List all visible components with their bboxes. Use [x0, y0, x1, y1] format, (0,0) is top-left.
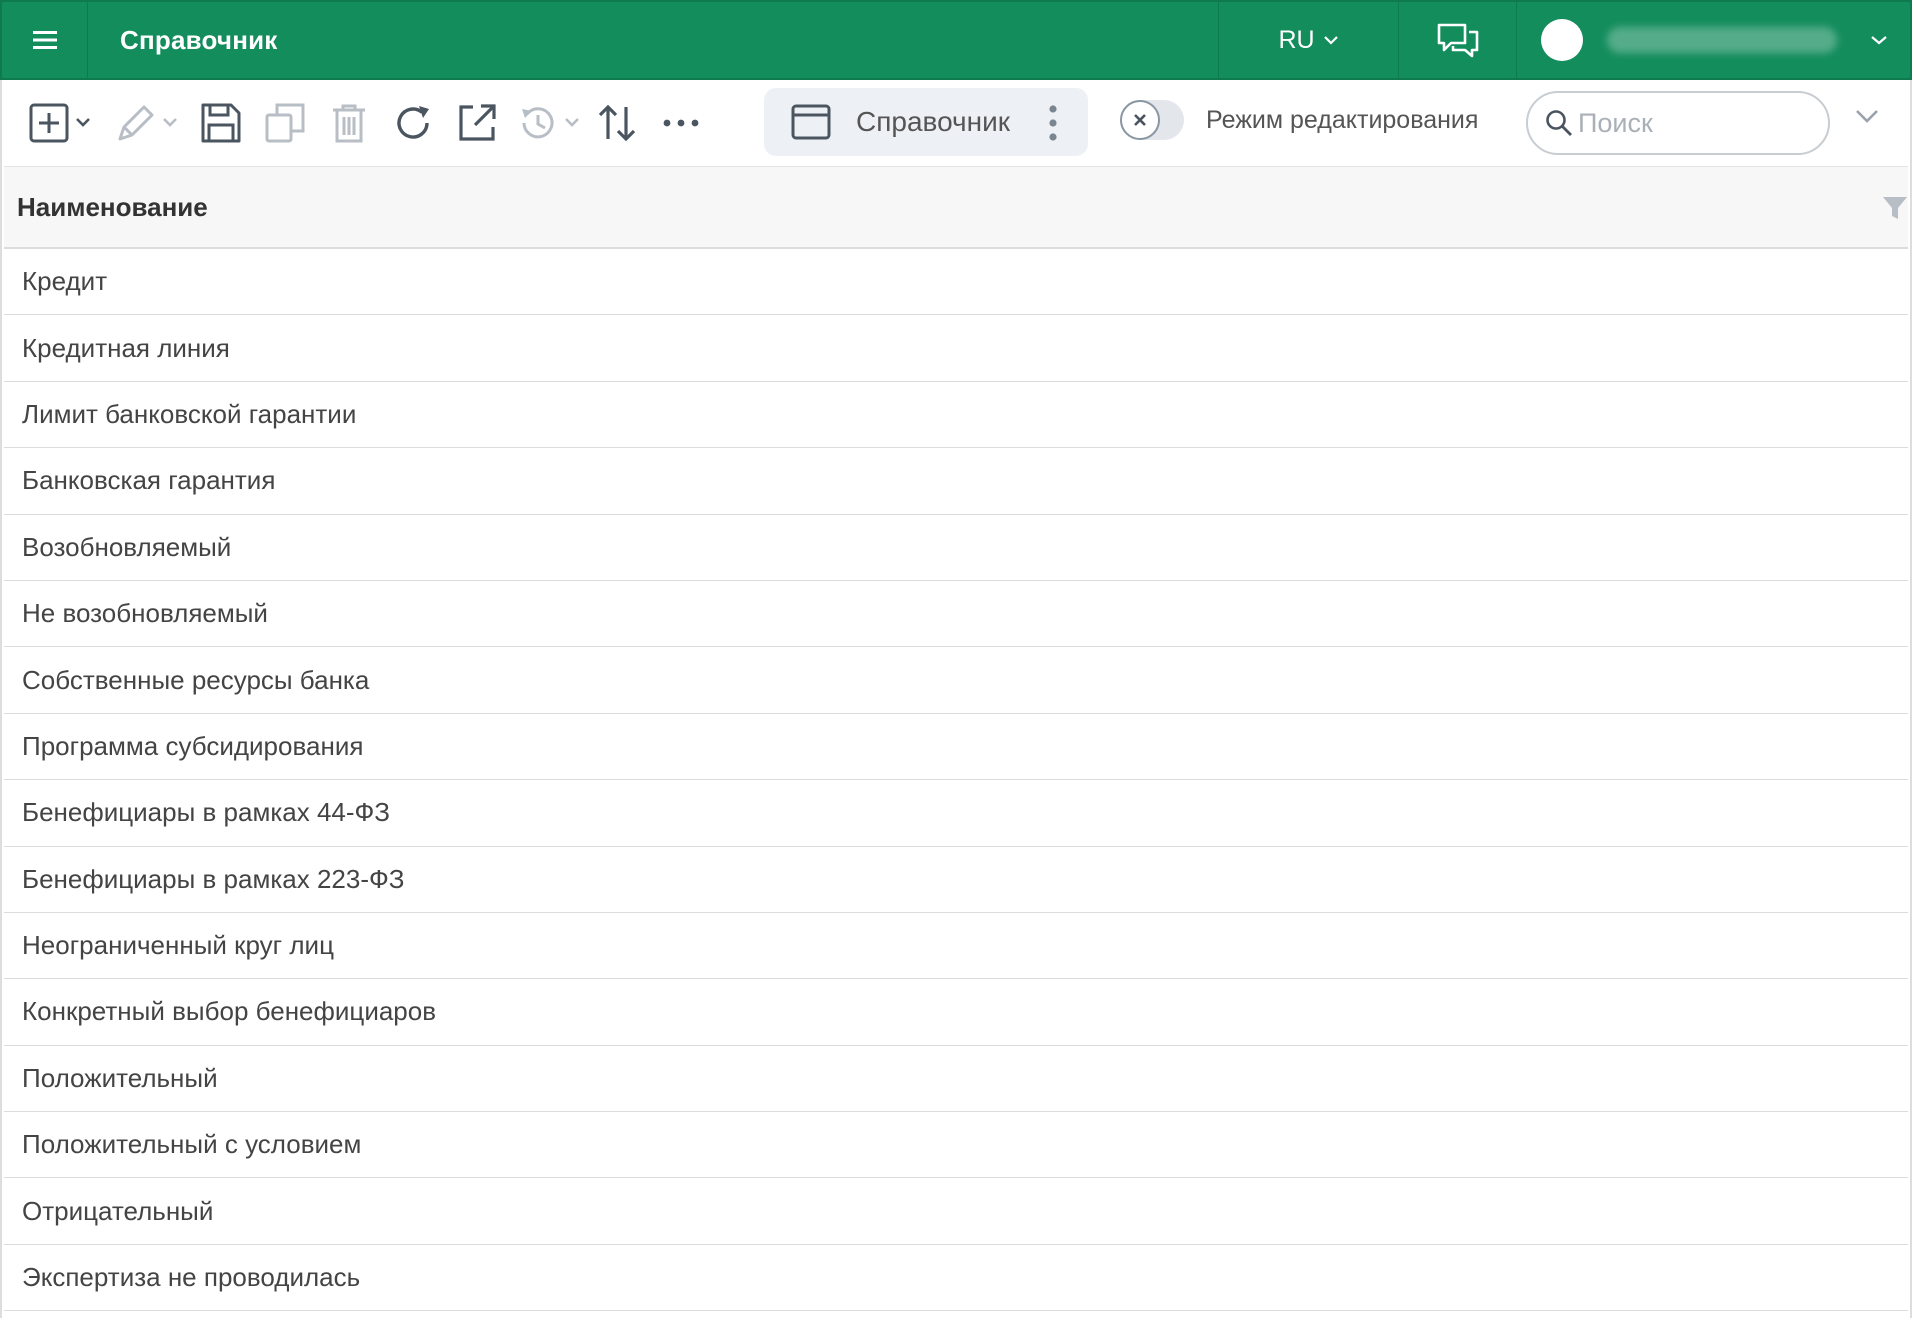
data-table: Наименование Кредит Кредитная линия Лимит …	[4, 166, 1908, 1312]
table-header: Наименование	[4, 167, 1908, 249]
sort-icon	[598, 104, 636, 142]
delete-icon	[333, 104, 365, 143]
search-box[interactable]	[1526, 91, 1830, 155]
copy-button[interactable]	[260, 95, 310, 151]
table-row[interactable]: Не возобновляемый	[4, 581, 1908, 648]
table-row[interactable]: Лимит банковской гарантии	[4, 382, 1908, 449]
table-row[interactable]: Конкретный выбор бенефициаров	[4, 979, 1908, 1046]
refresh-icon	[397, 106, 429, 139]
table-row[interactable]: Положительный	[4, 1046, 1908, 1113]
sort-button[interactable]	[592, 95, 642, 151]
add-button[interactable]	[26, 95, 98, 151]
edit-button[interactable]	[112, 95, 188, 151]
hamburger-menu-button[interactable]	[2, 2, 88, 78]
language-selector[interactable]: RU	[1218, 2, 1398, 78]
add-icon	[29, 103, 90, 143]
kebab-menu-icon[interactable]	[1048, 104, 1058, 142]
history-button[interactable]	[514, 95, 590, 151]
app-header: Справочник RU	[0, 0, 1912, 80]
table-body: Кредит Кредитная линия Лимит банковской га…	[4, 249, 1908, 1312]
save-icon	[201, 103, 241, 143]
language-label: RU	[1278, 25, 1315, 54]
copy-icon	[265, 103, 305, 143]
search-input[interactable]	[1578, 107, 1808, 139]
table-row[interactable]: Положительный с условием	[4, 1112, 1908, 1179]
app-title: Справочник	[120, 24, 278, 55]
left-border	[0, 166, 2, 1318]
edit-mode-label: Режим редактирования	[1206, 105, 1479, 134]
chat-button[interactable]	[1398, 2, 1516, 78]
table-row[interactable]: Программа субсидирования	[4, 714, 1908, 781]
table-row[interactable]: Неограниченный круг лиц	[4, 913, 1908, 980]
user-name-redacted	[1607, 27, 1837, 53]
chat-icon	[1437, 23, 1478, 58]
more-button[interactable]	[656, 95, 706, 151]
history-icon	[522, 107, 579, 139]
table-row[interactable]: Бенефициары в рамках 44-ФЗ	[4, 780, 1908, 847]
delete-button[interactable]	[324, 95, 374, 151]
window-icon	[791, 104, 831, 140]
open-external-button[interactable]	[452, 95, 502, 151]
table-row[interactable]: Собственные ресурсы банка	[4, 647, 1908, 714]
more-icon	[663, 119, 699, 127]
table-row[interactable]: Отрицательный	[4, 1178, 1908, 1245]
close-icon	[1120, 100, 1160, 140]
toggle-track[interactable]	[1120, 100, 1184, 140]
chevron-down-icon	[1871, 36, 1887, 45]
refresh-button[interactable]	[388, 95, 438, 151]
tab-reference[interactable]: Справочник	[764, 88, 1088, 156]
chevron-down-icon	[1323, 36, 1338, 45]
filter-icon[interactable]	[1882, 195, 1908, 221]
table-row[interactable]: Экспертиза не проводилась	[4, 1245, 1908, 1312]
user-menu[interactable]	[1516, 2, 1910, 78]
table-row[interactable]: Кредитная линия	[4, 315, 1908, 382]
table-row[interactable]: Возобновляемый	[4, 515, 1908, 581]
edit-mode-toggle[interactable]: Режим редактирования	[1120, 100, 1478, 140]
edit-icon	[118, 105, 177, 141]
chevron-down-icon[interactable]	[1854, 108, 1880, 124]
open-external-icon	[459, 104, 496, 141]
table-row[interactable]: Кредит	[4, 249, 1908, 316]
save-button[interactable]	[196, 95, 246, 151]
hamburger-icon	[32, 31, 57, 49]
table-row[interactable]: Бенефициары в рамках 223-ФЗ	[4, 847, 1908, 913]
toolbar: Справочник Режим редактирования	[0, 80, 1912, 166]
column-header-name[interactable]: Наименование	[17, 192, 208, 223]
avatar	[1541, 19, 1583, 61]
search-icon	[1546, 110, 1572, 136]
table-row[interactable]: Банковская гарантия	[4, 448, 1908, 515]
tab-label: Справочник	[856, 106, 1010, 137]
